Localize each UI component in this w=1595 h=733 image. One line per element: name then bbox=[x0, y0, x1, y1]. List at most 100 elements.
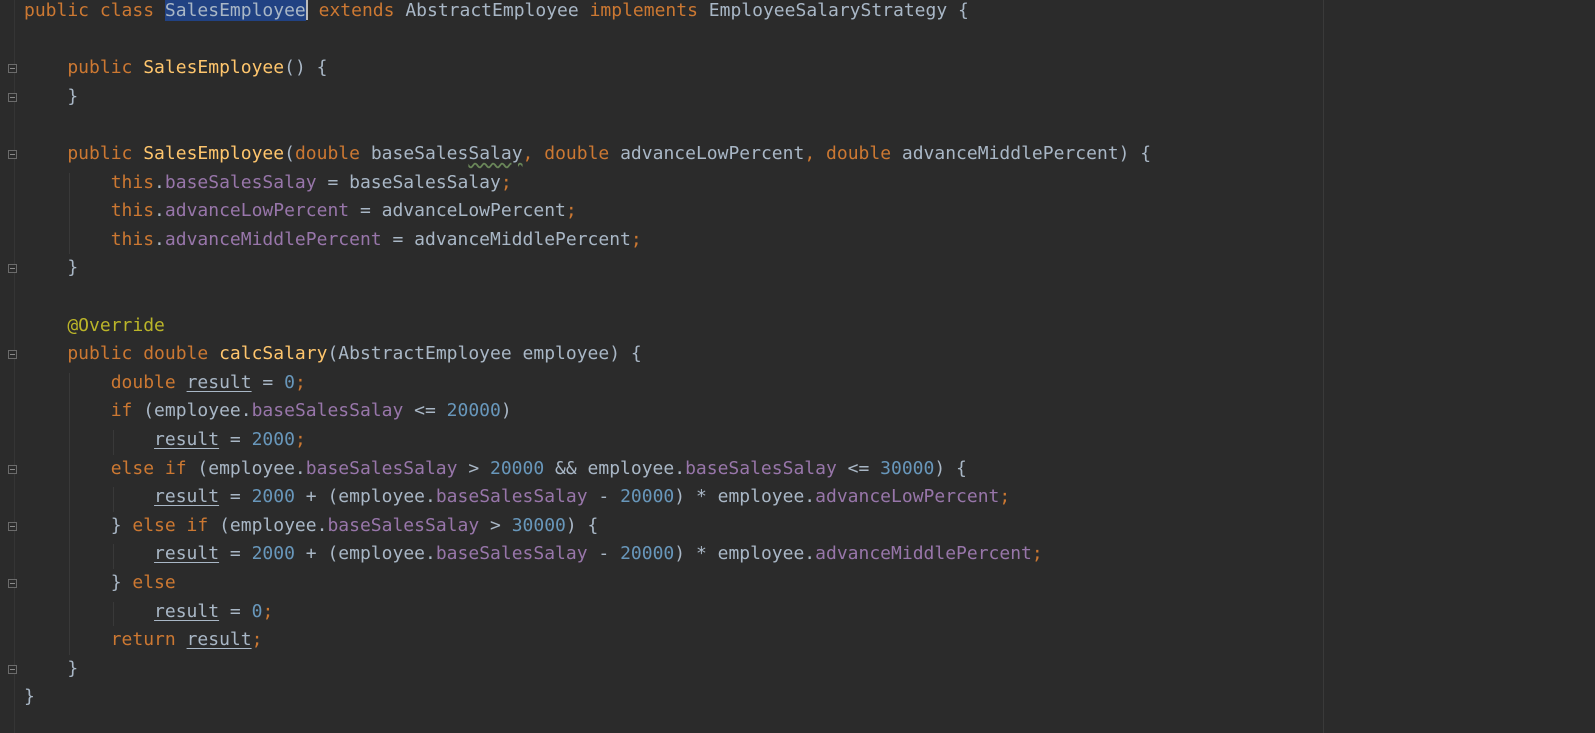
code-token: (employee. bbox=[143, 400, 252, 422]
code-token: double bbox=[826, 143, 902, 164]
code-line[interactable]: public double calcSalary(AbstractEmploye… bbox=[24, 340, 641, 368]
code-line[interactable]: } else if (employee.baseSalesSalay > 300… bbox=[24, 512, 599, 540]
code-token: . bbox=[154, 200, 165, 222]
right-margin-guide bbox=[1323, 0, 1324, 733]
code-line[interactable]: public SalesEmployee(double baseSalesSal… bbox=[24, 140, 1151, 168]
fold-toggle-icon[interactable] bbox=[8, 579, 17, 588]
code-line[interactable]: } bbox=[24, 83, 78, 111]
code-token: baseSalesSalay bbox=[305, 457, 458, 479]
code-token: this bbox=[24, 171, 155, 193]
code-line[interactable]: result = 2000 + (employee.baseSalesSalay… bbox=[24, 540, 1043, 568]
code-token: 30000 bbox=[880, 457, 935, 479]
code-token: } bbox=[24, 514, 133, 536]
code-line[interactable]: result = 2000; bbox=[24, 426, 306, 454]
code-token: 0 bbox=[284, 371, 295, 393]
code-token: ) * employee. bbox=[674, 486, 816, 508]
fold-toggle-icon[interactable] bbox=[8, 521, 17, 531]
code-line[interactable]: this.advanceMiddlePercent = advanceMiddl… bbox=[24, 226, 642, 254]
code-token: public double bbox=[24, 343, 220, 365]
code-token: <= bbox=[403, 400, 447, 422]
indent-guide bbox=[112, 601, 114, 627]
code-token: = bbox=[219, 600, 252, 622]
code-token: } bbox=[24, 686, 35, 708]
code-token: > bbox=[457, 457, 490, 479]
code-token: SalesEmployee bbox=[143, 143, 285, 164]
code-line[interactable]: result = 2000 + (employee.baseSalesSalay… bbox=[24, 483, 1010, 511]
code-line[interactable]: else if (employee.baseSalesSalay > 20000… bbox=[24, 455, 967, 483]
code-line[interactable]: return result; bbox=[24, 626, 263, 654]
code-token: (employee. bbox=[197, 457, 306, 479]
code-token: Salay bbox=[468, 143, 523, 164]
code-token: advanceLowPercent bbox=[815, 486, 1000, 508]
code-token: 20000 bbox=[490, 457, 545, 479]
code-editor[interactable]: public class SalesEmployee extends Abstr… bbox=[0, 0, 1595, 733]
code-line[interactable]: public class SalesEmployee extends Abstr… bbox=[24, 0, 969, 25]
indent-guide bbox=[112, 544, 114, 569]
code-token: baseSalesSalay bbox=[251, 400, 404, 422]
code-token: result bbox=[154, 543, 220, 565]
code-token: ) * employee. bbox=[674, 543, 816, 565]
code-token: } bbox=[24, 257, 79, 279]
code-token: 0 bbox=[251, 600, 263, 622]
code-token: result bbox=[154, 429, 220, 450]
code-token: 20000 bbox=[446, 400, 501, 422]
fold-toggle-icon[interactable] bbox=[8, 264, 17, 274]
indent-guide bbox=[69, 172, 71, 255]
code-token: > bbox=[479, 514, 512, 536]
code-token: = advanceLowPercent bbox=[349, 200, 566, 222]
code-token: double bbox=[544, 143, 621, 164]
code-token: } bbox=[24, 572, 133, 593]
code-token: 2000 bbox=[251, 429, 295, 450]
code-token: result bbox=[154, 600, 220, 622]
indent-guide bbox=[112, 430, 114, 455]
code-token: = bbox=[219, 486, 252, 508]
code-token: AbstractEmployee bbox=[405, 0, 590, 21]
code-line[interactable]: this.baseSalesSalay = baseSalesSalay; bbox=[24, 169, 512, 197]
fold-toggle-icon[interactable] bbox=[8, 150, 17, 159]
code-line[interactable]: this.advanceLowPercent = advanceLowPerce… bbox=[24, 197, 577, 225]
fold-toggle-icon[interactable] bbox=[8, 64, 17, 74]
code-token: baseSalesSalay bbox=[327, 514, 480, 536]
indent-guide bbox=[69, 372, 71, 655]
fold-toggle-icon[interactable] bbox=[8, 92, 17, 102]
code-token: <= bbox=[836, 457, 881, 479]
code-token: advanceMiddlePercent bbox=[815, 543, 1032, 565]
fold-toggle-icon[interactable] bbox=[8, 350, 17, 360]
code-token: , bbox=[804, 143, 827, 164]
code-token: = bbox=[219, 543, 252, 565]
code-token: . bbox=[154, 171, 165, 193]
code-token: this bbox=[24, 228, 155, 250]
code-line[interactable]: public SalesEmployee() { bbox=[24, 54, 327, 82]
code-token: baseSalesSalay bbox=[435, 543, 588, 565]
code-token: + (employee. bbox=[294, 543, 436, 565]
fold-toggle-icon[interactable] bbox=[8, 464, 17, 474]
code-line[interactable]: result = 0; bbox=[24, 598, 273, 626]
code-line[interactable]: if (employee.baseSalesSalay <= 20000) bbox=[24, 397, 512, 425]
code-token: ; bbox=[1031, 543, 1043, 565]
code-token: 2000 bbox=[251, 543, 295, 565]
code-line[interactable]: } bbox=[24, 655, 78, 683]
code-token: - bbox=[587, 486, 621, 508]
code-line[interactable]: } else bbox=[24, 569, 176, 597]
fold-toggle-icon[interactable] bbox=[8, 664, 17, 674]
code-token: baseSales bbox=[370, 143, 469, 164]
code-line[interactable]: @Override bbox=[24, 312, 165, 340]
code-token: 2000 bbox=[251, 486, 295, 508]
code-token: } bbox=[24, 85, 79, 107]
code-token: ) bbox=[500, 400, 512, 422]
code-token: ; bbox=[251, 629, 263, 651]
code-line[interactable]: } bbox=[24, 683, 35, 711]
code-token: this bbox=[24, 200, 155, 222]
code-line[interactable]: } bbox=[24, 254, 78, 282]
code-token: advanceLowPercent bbox=[620, 143, 805, 164]
code-token: } bbox=[24, 657, 79, 679]
code-token: baseSalesSalay bbox=[435, 486, 588, 508]
code-token: ; bbox=[999, 486, 1011, 508]
code-token: . bbox=[154, 228, 165, 250]
code-line[interactable]: double result = 0; bbox=[24, 369, 306, 397]
code-token: EmployeeSalaryStrategy { bbox=[708, 0, 969, 21]
code-token: ) { bbox=[934, 457, 967, 479]
code-token: 20000 bbox=[620, 543, 675, 565]
code-token: ; bbox=[294, 371, 306, 393]
